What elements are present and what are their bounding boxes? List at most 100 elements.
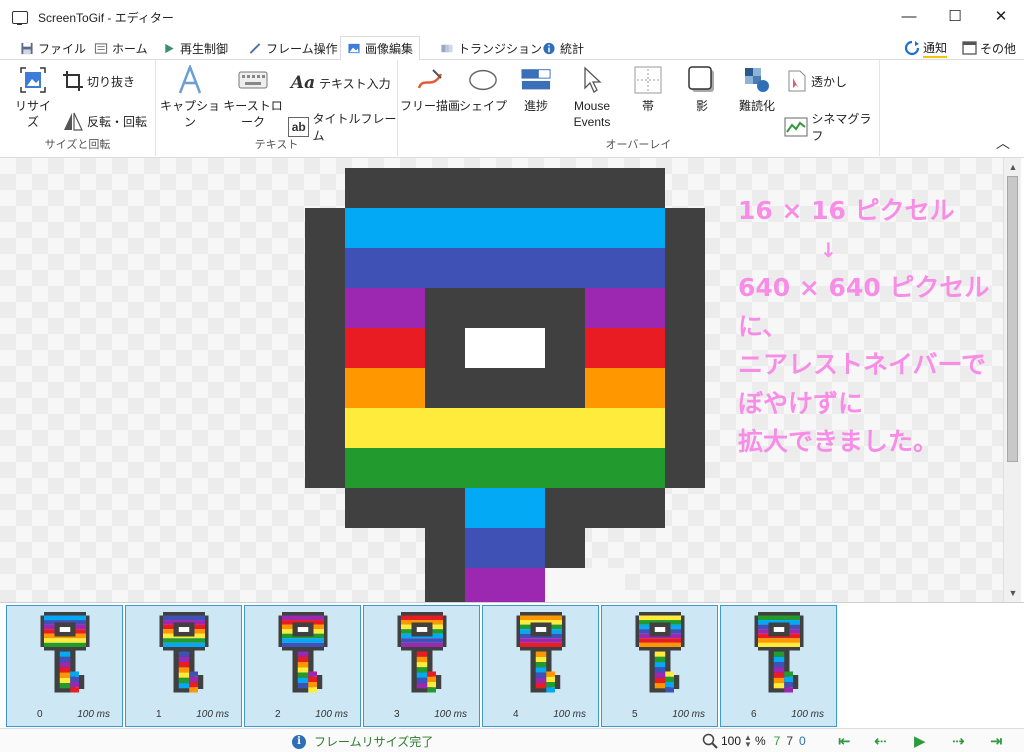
text-aa-icon: Aa [290,73,316,93]
refresh-icon [904,40,920,56]
pencil-icon [249,42,261,54]
border-label: 帯 [641,99,654,113]
frame-number: 1 [156,709,162,720]
keystroke-button[interactable]: キーストローク [220,66,286,130]
previous-frame-icon[interactable]: ⇠ [874,732,887,750]
resize-icon [20,67,46,93]
resize-button[interactable]: リサイズ [10,66,56,130]
pixel-block [545,568,625,602]
selected-count: 7 [773,734,781,748]
current-frame: 0 [799,734,806,748]
free-drawing-button[interactable]: フリー描画 [400,66,460,114]
watermark-button[interactable]: 透かし [786,70,847,92]
zoom-unit: % [754,734,766,748]
caption-line: ↓ [820,237,837,262]
frame-item[interactable]: 0 100 ms [6,605,123,727]
maximize-button[interactable]: ☐ [932,0,978,32]
tab-label: 画像編集 [365,42,414,56]
frame-item[interactable]: 2 100 ms [244,605,361,727]
frame-item[interactable]: 4 100 ms [482,605,599,727]
tab-image[interactable]: 画像編集 [340,36,421,61]
group-label: テキスト [254,139,299,151]
next-frame-icon[interactable]: ⇢ [952,732,965,750]
frame-number: 6 [751,709,757,720]
key-thumbnail-image [516,612,566,693]
first-frame-icon[interactable]: ⇤ [838,732,851,750]
frame-thumbnail [156,612,212,699]
frame-item[interactable]: 3 100 ms [363,605,480,727]
frame-duration: 100 ms [77,709,110,720]
collapse-ribbon-icon[interactable]: ︿ [996,133,1010,153]
flip-rotate-button[interactable]: 反転・回転 [62,110,147,132]
zoom-stepper-icon[interactable]: ▲ ▼ [744,734,752,749]
editor-canvas[interactable]: 16 × 16 ピクセル ↓ 640 × 640 ピクセル に、 ニアレストネイ… [0,158,1003,602]
free-text-button[interactable]: Aa テキスト入力 [290,72,391,94]
magnifier-icon [702,733,718,749]
frame-item[interactable]: 5 100 ms [601,605,718,727]
ellipse-icon [469,69,497,91]
watermark-icon [788,70,806,92]
obfuscate-label: 難読化 [738,99,775,113]
window-icon [962,41,977,55]
zoom-input[interactable]: 100 [721,734,741,748]
minimize-button[interactable]: — [886,0,932,32]
frame-item[interactable]: 1 100 ms [125,605,242,727]
scroll-up-icon[interactable]: ▲ [1004,158,1022,176]
tab-label: 統計 [560,41,585,56]
status-text: フレームリサイズ完了 [314,735,434,749]
frame-item[interactable]: 6 100 ms [720,605,837,727]
last-frame-icon[interactable]: ⇥ [990,732,1003,750]
zoom-control: 100 ▲ ▼ % 7 7 0 [702,733,806,749]
frame-number: 0 [37,709,43,720]
key-thumbnail-image [754,612,804,693]
progress-button[interactable]: 進捗 [514,66,558,114]
tab-label: フレーム操作 [266,41,338,56]
notify-button[interactable]: 通知 [904,36,948,60]
pixel-block [465,328,545,368]
caption-line: に、 [738,311,788,341]
play-icon [165,43,174,53]
crop-button[interactable]: 切り抜き [62,70,135,92]
keystroke-label: キーストローク [223,99,283,129]
tab-statistics[interactable]: 統計 [536,36,590,60]
ribbon-panel: リサイズ 切り抜き 反転・回転 サイズと回転 キャプション キーストローク Aa… [0,60,1024,158]
tab-playback[interactable]: 再生制御 [156,36,234,60]
status-bar: i フレームリサイズ完了 100 ▲ ▼ % 7 7 0 ⇤ ⇠ ▶ ⇢ ⇥ [0,728,1024,752]
other-button[interactable]: その他 [962,36,1016,60]
pixel-block [465,568,545,602]
tab-label: トランジション [458,41,543,56]
info-icon [543,42,555,54]
obfuscate-button[interactable]: 難読化 [732,66,782,114]
tab-label: 再生制御 [180,41,229,56]
group-label: オーバーレイ [605,139,672,151]
border-button[interactable]: 帯 [626,66,670,114]
pixel-block [345,208,665,248]
shape-button[interactable]: シェイプ [458,66,508,114]
group-text: キャプション キーストローク Aa テキスト入力 ab タイトルフレーム テキス… [156,60,398,156]
caption-button[interactable]: キャプション [160,65,220,130]
flip-label: 反転・回転 [87,114,148,129]
mouse-events-button[interactable]: Mouse Events [566,66,618,130]
tab-transitions[interactable]: トランジション [434,36,548,60]
shadow-button[interactable]: 影 [680,66,724,114]
play-icon[interactable]: ▶ [914,732,926,750]
caption-line: 拡大できました。 [738,427,939,456]
frame-duration: 100 ms [434,709,467,720]
cursor-icon [584,66,602,93]
monitor-icon [12,10,28,25]
caption-line: 640 × 640 ピクセル [738,273,990,302]
tab-file[interactable]: ファイル [14,36,92,60]
tab-home[interactable]: ホーム [88,36,154,60]
frame-number: 2 [275,709,281,720]
tab-frames[interactable]: フレーム操作 [242,36,344,60]
key-thumbnail-image [397,612,447,693]
info-icon: i [292,734,306,749]
vertical-scrollbar[interactable]: ▲ ▼ [1003,158,1021,602]
scroll-down-icon[interactable]: ▼ [1004,584,1022,602]
scroll-thumb[interactable] [1007,176,1018,462]
pixel-block [345,448,665,488]
frame-list: 0 100 ms 1 100 ms 2 100 ms 3 100 ms 4 10… [0,602,1024,728]
close-button[interactable]: ✕ [978,0,1024,32]
progress-icon [521,69,551,90]
total-count: 7 [786,734,793,748]
